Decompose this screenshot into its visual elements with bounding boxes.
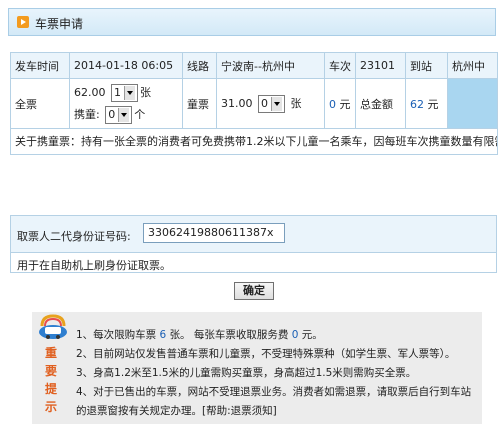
ticket-table: 发车时间 2014-01-18 06:05 线路 宁波南--杭州中 车次 231… [10,52,498,155]
list-item: 2、目前网站仅发售普通车票和儿童票，不受理特殊票种（如学生票、军人票等）。 [76,348,456,360]
important-tips: 重 要 提 示 1、每次限购车票 6 张。 每张车票收取服务费 0 元。 2、目… [32,312,482,424]
bus-no-label: 车次 [324,52,356,79]
carry-qty-select[interactable]: 0 [105,105,133,124]
child-qty-select[interactable]: 0 [258,94,285,113]
carry-child-note: 关于携童票：持有一张全票的消费者可免费携带1.2米以下儿童一名乘车，因每班车次携… [10,128,498,155]
empty-cell [447,78,498,129]
id-card-label: 取票人二代身份证号码: [17,230,131,243]
depart-time-value: 2014-01-18 06:05 [69,52,183,79]
child-amount: 0 [329,97,336,111]
id-card-section: 取票人二代身份证号码: 33062419880611387x 用于在自助机上刷身… [10,215,497,273]
route-label: 线路 [182,52,217,79]
tips-title: 重 要 提 示 [44,346,57,414]
chevron-down-icon [118,107,130,122]
carry-unit: 个 [134,107,146,121]
bus-cloud-icon [39,314,67,339]
depart-time-label: 发车时间 [10,52,70,79]
route-value: 宁波南--杭州中 [216,52,325,79]
chevron-down-icon [271,96,282,111]
child-ticket-label: 童票 [182,78,217,129]
page-title: 车票申请 [35,17,84,31]
child-unit: 张 [290,96,302,110]
child-price: 31.00 [221,96,253,110]
bus-no-value: 23101 [355,52,406,79]
full-qty-select[interactable]: 1 [111,83,138,102]
child-amount-unit: 元 [339,97,351,111]
total-amount-cell: 62 元 [405,78,448,129]
list-item: 1、每次限购车票 6 张。 每张车票收取服务费 0 元。 [76,329,323,341]
id-card-input[interactable]: 33062419880611387x [143,223,285,243]
child-amount-cell: 0 元 [324,78,356,129]
chevron-down-icon [124,85,135,100]
total-amount: 62 [410,97,424,111]
table-row: 关于携童票：持有一张全票的消费者可免费携带1.2米以下儿童一名乘车，因每班车次携… [10,128,498,155]
arrive-value: 杭州中 [447,52,498,79]
full-ticket-label: 全票 [10,78,70,129]
confirm-button[interactable]: 确定 [234,282,274,300]
list-item: 4、对于已售出的车票，网站不受理退票业务。消费者如需退票，请取票后自行到车站的退… [76,386,472,417]
carry-label: 携童: [74,107,100,121]
list-item: 3、身高1.2米至1.5米的儿童需购买童票，身高超过1.5米则需购买全票。 [76,367,417,379]
full-ticket-cell: 62.00 1张 携童: 0个 [69,78,183,129]
arrow-right-icon [17,16,29,28]
page-header: 车票申请 [8,8,496,36]
tips-list: 1、每次限购车票 6 张。 每张车票收取服务费 0 元。 2、目前网站仅发售普通… [76,326,476,421]
arrive-label: 到站 [405,52,448,79]
full-price: 62.00 [74,85,106,99]
table-row: 发车时间 2014-01-18 06:05 线路 宁波南--杭州中 车次 231… [10,52,498,79]
total-label: 总金额 [355,78,406,129]
total-amount-unit: 元 [427,97,439,111]
full-unit: 张 [140,85,151,99]
child-ticket-cell: 31.00 0 张 [216,78,325,129]
id-card-hint: 用于在自助机上刷身份证取票。 [17,259,171,272]
table-row: 全票 62.00 1张 携童: 0个 童票 31.00 0 张 0 元 总金额 … [10,78,498,129]
